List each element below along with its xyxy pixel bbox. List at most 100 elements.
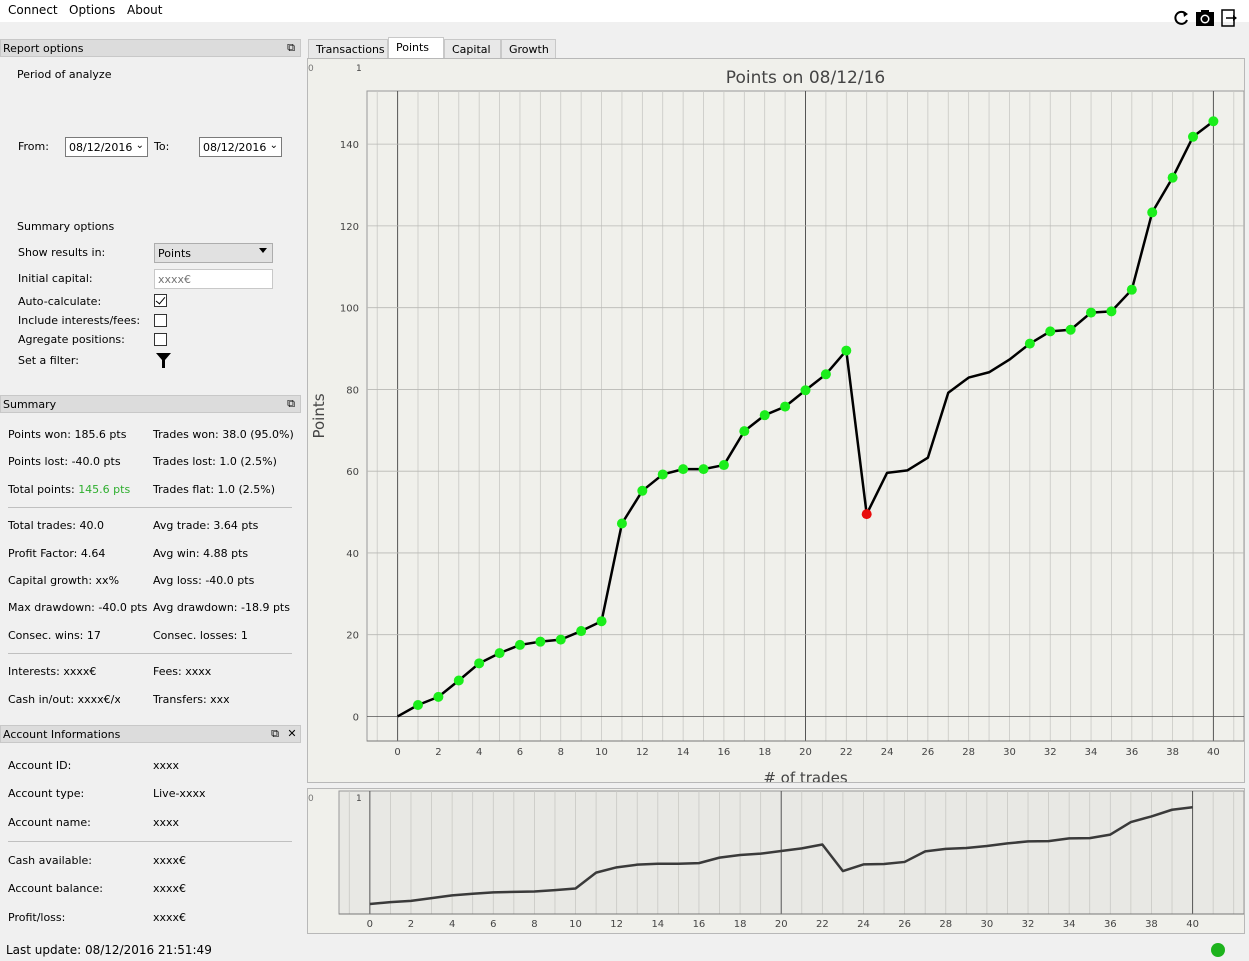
filter-icon[interactable] [155,352,172,369]
tab-transactions[interactable]: Transactions [308,39,388,58]
summary-title-bar: Summary ⧉ [0,395,301,413]
avg-drawdown: Avg drawdown: -18.9 pts [153,601,290,614]
toolbar [1171,8,1243,28]
x-tick-label: 36 [1104,919,1117,930]
tab-capital[interactable]: Capital [444,39,501,58]
y-tick-label: 120 [340,222,359,233]
from-date-picker[interactable]: 08/12/2016 ⌄ [65,137,148,157]
profit-loss-value: xxxx€ [153,911,187,924]
chart-title: Points on 08/12/16 [726,68,885,88]
from-date-value: 08/12/2016 [69,141,133,154]
win-marker [596,616,607,627]
x-tick-label: 0 [367,919,373,930]
max-drawdown: Max drawdown: -40.0 pts [8,601,148,614]
x-tick-label: 34 [1085,747,1098,758]
x-tick-label: 30 [981,919,994,930]
x-axis-label: # of trades [763,769,848,782]
auto-calculate-checkbox[interactable] [154,294,167,307]
filter-label: Set a filter: [18,354,79,367]
x-tick-label: 16 [718,747,731,758]
summary-title: Summary [3,398,57,411]
x-tick-label: 18 [758,747,771,758]
account-id-value: xxxx [153,759,180,772]
export-icon[interactable] [1219,8,1239,28]
x-tick-label: 20 [775,919,788,930]
x-tick-label: 24 [881,747,894,758]
points-chart[interactable]: 0204060801001201400 2 4 6 8 10 12 14 16 18 20 22 24 2… [308,59,1245,787]
close-icon[interactable]: ✕ [285,727,299,741]
x-tick-label: 22 [840,747,853,758]
x-tick-label: 10 [569,919,582,930]
x-tick-label: 12 [636,747,649,758]
y-tick-label: 80 [346,385,359,396]
trades-won: Trades won: 38.0 (95.0%) [153,428,294,441]
y-tick-label: 20 [346,631,359,642]
win-marker [657,469,668,480]
win-marker [698,464,709,475]
win-marker [1086,307,1097,318]
corner-label: 0 [308,794,314,804]
include-fees-label: Include interests/fees: [18,314,141,327]
corner-label: 1 [356,64,362,74]
interests: Interests: xxxx€ [8,665,97,678]
tab-points[interactable]: Points [388,37,444,58]
win-marker [514,639,525,650]
undock-icon[interactable]: ⧉ [284,397,298,411]
account-title: Account Informations [3,728,121,741]
x-tick-label: 4 [476,747,482,758]
win-marker [637,485,648,496]
navigator-chart[interactable]: 0 2 4 6 8 10 12 14 16 18 20 22 24 26 28 30 32 34 36 38 400 1 [308,789,1245,933]
navigator-chart-frame: 0 2 4 6 8 10 12 14 16 18 20 22 24 26 28 30 32 34 36 38 40 0 1 [307,788,1245,934]
refresh-icon[interactable] [1171,8,1191,28]
win-marker [453,675,464,686]
x-tick-label: 32 [1044,747,1057,758]
tab-growth[interactable]: Growth [501,39,556,58]
trades-lost: Trades lost: 1.0 (2.5%) [153,455,277,468]
win-marker [820,369,831,380]
report-options-title-bar: Report options ⧉ [0,39,301,57]
x-tick-label: 30 [1003,747,1016,758]
consec-losses: Consec. losses: 1 [153,629,248,642]
menu-connect[interactable]: Connect [8,3,58,17]
aggregate-label: Agregate positions: [18,333,125,346]
aggregate-checkbox[interactable] [154,333,167,346]
to-date-picker[interactable]: 08/12/2016 ⌄ [199,137,282,157]
profit-loss-label: Profit/loss: [8,911,66,924]
initial-capital-input[interactable] [154,269,273,289]
menu-options[interactable]: Options [69,3,115,17]
win-marker [1147,207,1158,218]
y-tick-label: 60 [346,467,359,478]
x-tick-label: 8 [531,919,537,930]
x-tick-label: 14 [677,747,690,758]
win-marker [1106,306,1117,317]
total-points: Total points: 145.6 pts [8,483,130,496]
x-tick-label: 2 [435,747,441,758]
win-marker [759,410,770,421]
menu-about[interactable]: About [127,3,162,17]
include-fees-checkbox[interactable] [154,314,167,327]
show-results-select[interactable]: Points [154,243,273,263]
x-tick-label: 38 [1145,919,1158,930]
loss-marker [861,509,872,520]
x-tick-label: 36 [1125,747,1138,758]
account-name-value: xxxx [153,816,180,829]
avg-win: Avg win: 4.88 pts [153,547,249,560]
x-tick-label: 14 [651,919,664,930]
account-name-label: Account name: [8,816,91,829]
undock-icon[interactable]: ⧉ [268,727,282,741]
x-tick-label: 28 [939,919,952,930]
y-tick-label: 0 [353,712,359,723]
x-tick-label: 38 [1166,747,1179,758]
win-marker [1065,324,1076,335]
camera-icon[interactable] [1195,8,1215,28]
win-marker [739,426,750,437]
undock-icon[interactable]: ⧉ [284,41,298,55]
chevron-down-icon: ⌄ [135,140,144,151]
to-date-value: 08/12/2016 [203,141,267,154]
dropdown-arrow-icon [259,248,267,253]
capital-growth: Capital growth: xx% [8,574,120,587]
account-balance-label: Account balance: [8,882,103,895]
status-bar: Last update: 08/12/2016 21:51:49 [0,940,1249,961]
menu-bar: Connect Options About [0,0,1249,22]
win-marker [1045,326,1056,337]
